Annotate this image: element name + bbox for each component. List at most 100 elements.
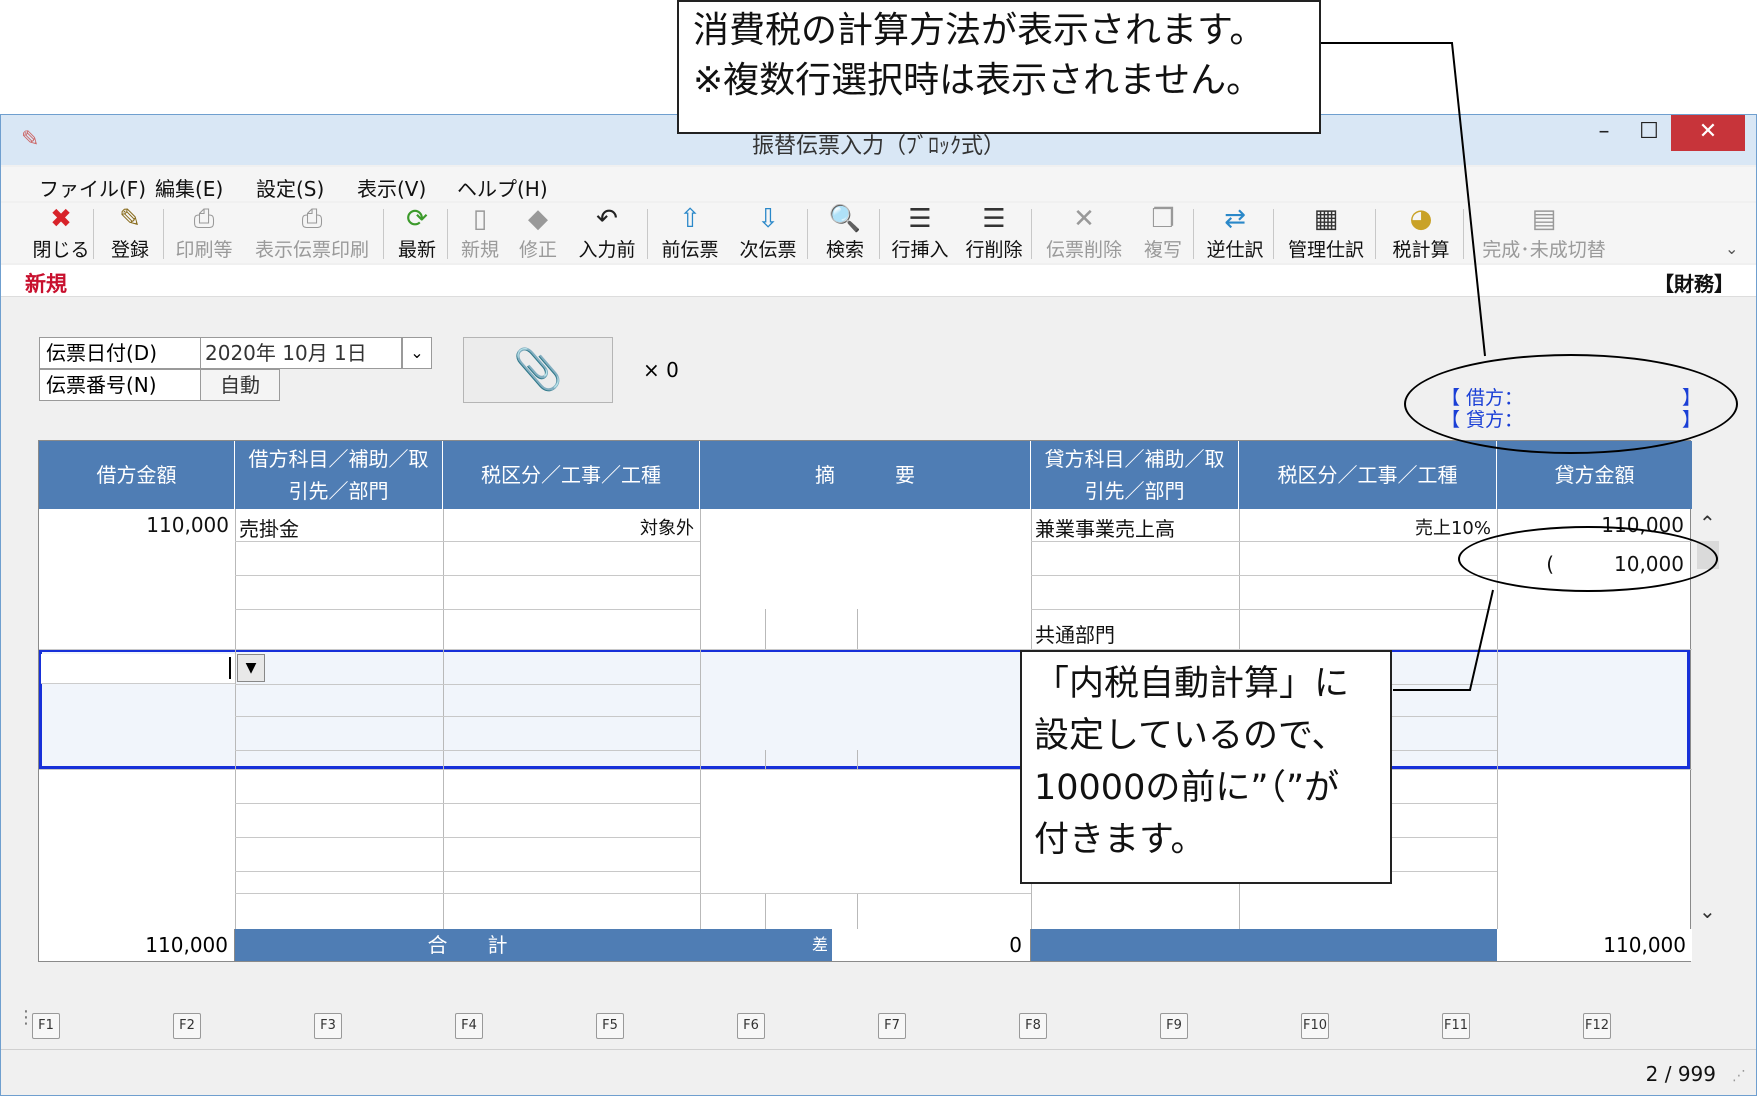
grid-hline (235, 684, 700, 685)
total-difference: 0 (832, 929, 1031, 961)
grid-hline (39, 769, 1692, 770)
fkey-f6[interactable]: F6 (737, 1013, 765, 1039)
complete-toggle-icon: ▤ (1531, 204, 1557, 234)
tax-calc-icon: ◕ (1409, 204, 1433, 234)
toolbar-separator (447, 209, 448, 259)
toolbar-separator (647, 209, 648, 259)
toolbar-separator (93, 209, 94, 259)
toolbar-copy-button[interactable]: ❐ 複写 (1135, 203, 1191, 263)
grid-hline (235, 541, 700, 542)
close-icon: ✖ (50, 204, 72, 234)
toolbar-label: 完成･未成切替 (1482, 239, 1606, 261)
manage-entry-icon: ▦ (1313, 204, 1339, 234)
toolbar-separator (1031, 209, 1032, 259)
grid-hline (235, 871, 700, 872)
toolbar-label: 新規 (460, 239, 499, 261)
grid-vline (857, 893, 858, 929)
toolbar-print-display-button[interactable]: ⎙ 表示伝票印刷 (243, 203, 381, 263)
fkey-f2[interactable]: F2 (173, 1013, 201, 1039)
toolbar-register-button[interactable]: ✎ 登録 (99, 203, 161, 263)
fkey-f12[interactable]: F12 (1583, 1013, 1611, 1039)
toolbar-new-doc-button[interactable]: ▯ 新規 (453, 203, 507, 263)
toolbar-row-delete-button[interactable]: ☰ 行削除 (959, 203, 1029, 263)
diff-label: 差 (700, 929, 832, 961)
fkey-f9[interactable]: F9 (1160, 1013, 1188, 1039)
fkey-f7[interactable]: F7 (878, 1013, 906, 1039)
toolbar-complete-toggle-button[interactable]: ▤ 完成･未成切替 (1469, 203, 1619, 263)
grid-vline (443, 509, 444, 929)
callout-inclusive-tax-line4: 付きます。 (1034, 820, 1206, 860)
row1-credit-dept[interactable]: 共通部門 (1035, 619, 1115, 648)
menu-file[interactable]: ファイル(F) (39, 173, 146, 202)
toolbar-close-button[interactable]: ✖ 閉じる (31, 203, 91, 263)
toolbar-label: 登録 (110, 239, 149, 261)
row1-credit-account[interactable]: 兼業事業売上高 (1035, 513, 1175, 542)
fkey-f11[interactable]: F11 (1442, 1013, 1470, 1039)
toolbar-tax-calc-button[interactable]: ◕ 税計算 (1381, 203, 1461, 263)
total-credit: 110,000 (1497, 929, 1692, 961)
toolbar-slip-delete-button[interactable]: ✕ 伝票削除 (1037, 203, 1131, 263)
fkey-f3[interactable]: F3 (314, 1013, 342, 1039)
row1-debit-account[interactable]: 売掛金 (239, 513, 299, 542)
grid-vline (765, 609, 766, 649)
fkey-f1[interactable]: F1 (32, 1013, 60, 1039)
total-label: 合 計 (235, 929, 700, 961)
grid-hline (235, 750, 700, 751)
toolbar-separator (1193, 209, 1194, 259)
finance-label: 【財務】 (1654, 272, 1734, 296)
function-key-bar: ⋮ F1 F2 F3 F4 F5 F6 F7 F8 F9 F10 F11 F12 (1, 1005, 1756, 1045)
toolbar-next-slip-button[interactable]: ⇩ 次伝票 (731, 203, 805, 263)
toolbar-label: 逆仕訳 (1206, 239, 1264, 261)
menu-bar: ファイル(F) 編集(E) 設定(S) 表示(V) ヘルプ(H) (1, 167, 1756, 201)
toolbar-overflow-icon[interactable]: ⌄ (1725, 239, 1738, 258)
fkey-f10[interactable]: F10 (1301, 1013, 1329, 1039)
slip-date-input[interactable]: 2020年 10月 1日 (200, 337, 402, 369)
scroll-down-icon[interactable]: ⌄ (1699, 899, 1716, 923)
print-icon: ⎙ (193, 204, 215, 234)
toolbar-label: 最新 (397, 239, 436, 261)
close-window-button[interactable]: ✕ (1671, 115, 1745, 151)
row1-debit-tax[interactable]: 対象外 (443, 514, 694, 540)
toolbar-label: 閉じる (32, 239, 90, 261)
toolbar-print-button[interactable]: ⎙ 印刷等 (169, 203, 239, 263)
fkey-f4[interactable]: F4 (455, 1013, 483, 1039)
toolbar-eraser-button[interactable]: ◆ 修正 (511, 203, 565, 263)
tax-method-highlight-oval (1404, 354, 1738, 454)
menu-settings[interactable]: 設定(S) (256, 173, 324, 202)
toolbar-label: 検索 (825, 239, 864, 261)
toolbar-reverse-entry-button[interactable]: ⇄ 逆仕訳 (1199, 203, 1271, 263)
toolbar-label: 前伝票 (661, 239, 719, 261)
toolbar-row-insert-button[interactable]: ☰ 行挿入 (885, 203, 955, 263)
maximize-button[interactable]: ☐ (1621, 115, 1677, 151)
copy-icon: ❐ (1151, 204, 1175, 234)
new-doc-icon: ▯ (472, 204, 488, 234)
toolbar-separator (1375, 209, 1376, 259)
slip-date-label: 伝票日付(D) (39, 337, 201, 369)
toolbar-label: 行挿入 (891, 239, 949, 261)
toolbar-separator (879, 209, 880, 259)
menu-view[interactable]: 表示(V) (357, 173, 426, 202)
toolbar-manage-entry-button[interactable]: ▦ 管理仕訳 (1279, 203, 1373, 263)
menu-help[interactable]: ヘルプ(H) (457, 173, 548, 202)
toolbar-label: 修正 (518, 239, 557, 261)
grid-vline (700, 509, 701, 929)
toolbar-prev-slip-button[interactable]: ⇧ 前伝票 (653, 203, 727, 263)
grid-hline (1031, 575, 1497, 576)
attachment-button[interactable]: 📎 (463, 337, 613, 403)
menu-edit[interactable]: 編集(E) (155, 173, 223, 202)
row1-credit-tax[interactable]: 売上10% (1239, 514, 1491, 540)
date-dropdown-icon[interactable]: ⌄ (402, 337, 432, 369)
toolbar-undo-doc-button[interactable]: ↶ 入力前 (569, 203, 645, 263)
grid-hline (39, 649, 1692, 650)
toolbar-search-button[interactable]: 🔍 検索 (813, 203, 877, 263)
toolbar-separator (1463, 209, 1464, 259)
total-credit-spacer (1031, 929, 1497, 961)
callout-inclusive-tax-line3: 10000の前に”（”が (1034, 768, 1340, 808)
scroll-up-icon[interactable]: ⌃ (1699, 511, 1716, 535)
callout-inclusive-tax: 「内税自動計算」に 設定しているので、 10000の前に”（”が 付きます。 (1020, 650, 1392, 884)
toolbar-refresh-button[interactable]: ⟳ 最新 (389, 203, 445, 263)
print-display-icon: ⎙ (301, 204, 323, 234)
fkey-f8[interactable]: F8 (1019, 1013, 1047, 1039)
fkey-f5[interactable]: F5 (596, 1013, 624, 1039)
row1-debit-amount[interactable]: 110,000 (39, 513, 229, 537)
